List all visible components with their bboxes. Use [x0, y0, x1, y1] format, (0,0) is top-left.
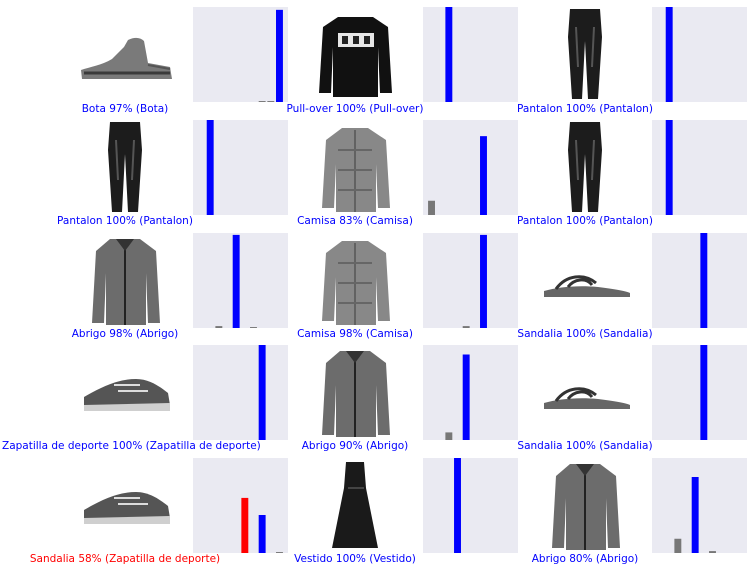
sample-image-pullover: [308, 7, 403, 102]
sample-image-shirt: [308, 233, 403, 328]
probability-bar-chart: [652, 345, 747, 440]
probability-bar-chart: [423, 458, 518, 553]
probability-bar: [709, 551, 716, 553]
probability-bar: [674, 538, 682, 553]
probability-bar: [691, 477, 699, 553]
probability-bar: [250, 327, 257, 328]
probability-bar-chart: [423, 233, 518, 328]
sample-image-sneaker: [78, 458, 173, 553]
probability-bar-chart: [193, 233, 288, 328]
sample-image-ankle-boot: [78, 7, 173, 102]
prediction-caption: Pantalon 100% (Pantalon): [57, 215, 193, 227]
probability-bar: [700, 233, 708, 328]
probability-bar: [215, 326, 223, 328]
prediction-caption: Pantalon 100% (Pantalon): [517, 215, 653, 227]
probability-bar: [454, 458, 461, 553]
probability-bar: [241, 497, 249, 553]
probability-bar-chart: [423, 7, 518, 102]
sample-image-trouser: [78, 120, 173, 215]
probability-bar: [665, 7, 673, 102]
probability-bar: [428, 200, 435, 215]
probability-bar: [232, 234, 240, 328]
probability-bar-chart: [423, 345, 518, 440]
probability-bar: [665, 120, 673, 215]
probability-bar: [445, 7, 453, 102]
probability-bar-chart: [193, 345, 288, 440]
sample-image-sneaker: [78, 345, 173, 440]
probability-bar: [480, 136, 487, 215]
sample-image-sandal: [538, 345, 633, 440]
probability-bar: [462, 326, 470, 328]
probability-bar-chart: [193, 7, 288, 102]
probability-bar: [462, 354, 470, 440]
prediction-caption: Abrigo 80% (Abrigo): [531, 553, 639, 565]
sample-image-sandal: [538, 233, 633, 328]
sample-image-coat: [538, 458, 633, 553]
prediction-caption: Abrigo 98% (Abrigo): [71, 328, 179, 340]
sample-image-trouser: [538, 7, 633, 102]
prediction-caption: Sandalia 100% (Sandalia): [517, 328, 653, 340]
probability-bar-chart: [193, 120, 288, 215]
prediction-caption: Camisa 83% (Camisa): [297, 215, 413, 227]
probability-bar-chart: [652, 120, 747, 215]
prediction-caption: Pantalon 100% (Pantalon): [517, 103, 653, 115]
probability-bar-chart: [652, 233, 747, 328]
prediction-caption: Sandalia 100% (Sandalia): [517, 440, 653, 452]
probability-bar: [267, 101, 275, 102]
probability-bar: [480, 234, 487, 328]
probability-bar-chart: [423, 120, 518, 215]
sample-image-coat: [308, 345, 403, 440]
prediction-caption: Zapatilla de deporte 100% (Zapatilla de …: [2, 440, 261, 452]
probability-bar: [258, 515, 266, 553]
prediction-caption: Abrigo 90% (Abrigo): [301, 440, 409, 452]
sample-image-trouser: [538, 120, 633, 215]
probability-bar-chart: [652, 7, 747, 102]
sample-image-dress: [308, 458, 403, 553]
probability-bar: [276, 552, 283, 553]
sample-image-shirt: [308, 120, 403, 215]
probability-bar: [258, 101, 266, 102]
probability-bar: [700, 345, 708, 440]
probability-bar-chart: [193, 458, 288, 553]
probability-bar: [445, 432, 453, 440]
sample-image-coat: [78, 233, 173, 328]
prediction-caption: Camisa 98% (Camisa): [297, 328, 413, 340]
probability-bar: [206, 120, 214, 215]
probability-bar: [258, 345, 266, 440]
prediction-caption: Bota 97% (Bota): [81, 103, 169, 115]
prediction-caption: Vestido 100% (Vestido): [294, 553, 416, 565]
probability-bar: [276, 9, 283, 102]
probability-bar-chart: [652, 458, 747, 553]
prediction-caption: Sandalia 58% (Zapatilla de deporte): [29, 553, 221, 565]
prediction-caption: Pull-over 100% (Pull-over): [286, 103, 424, 115]
